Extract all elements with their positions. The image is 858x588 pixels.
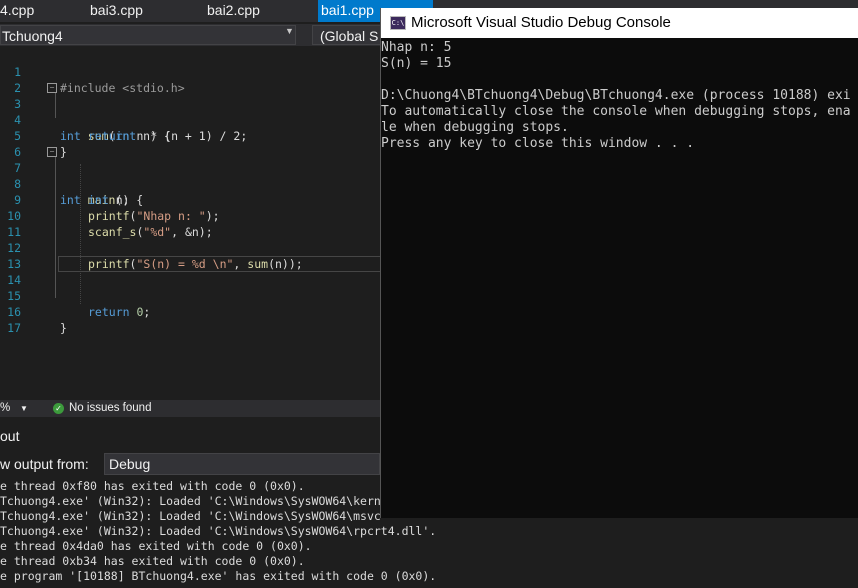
console-line: le when debugging stops. [381,120,569,135]
console-line: S(n) = 15 [381,56,452,71]
collapse-icon[interactable]: − [47,147,57,157]
console-title: Microsoft Visual Studio Debug Console [411,14,671,31]
tab-4-cpp[interactable]: 4.cpp [0,0,42,22]
code-line: 7 − int main() { [0,144,380,207]
line-number: 17 [7,321,21,335]
editor-status-strip: % ▼ ✓ No issues found [0,400,380,417]
output-line: e thread 0xf80 has exited with code 0 (0… [0,479,305,493]
collapse-icon[interactable]: − [47,83,57,93]
code-line: 4 return n * (n + 1) / 2; [0,96,380,143]
chevron-down-icon[interactable]: ▼ [285,26,294,36]
code-text: } [60,321,67,335]
code-line: 11 [0,208,380,239]
output-source-select[interactable]: Debug [104,453,380,475]
code-line: 13 [0,240,380,271]
show-output-from-label: w output from: [0,456,89,472]
code-line: 3 − int sum(int n) { [0,80,380,143]
code-line: 14 [0,256,380,287]
issues-status[interactable]: No issues found [69,400,151,417]
chevron-down-icon[interactable]: ▼ [20,400,28,417]
output-line: e thread 0x4da0 has exited with code 0 (… [0,539,312,553]
tab-label: bai1.cpp [321,2,374,18]
code-line: 17 [0,304,380,335]
project-dropdown[interactable]: Tchuong4 [0,25,296,45]
output-line: Tchuong4.exe' (Win32): Loaded 'C:\Window… [0,524,437,538]
code-editor[interactable]: 1 #include <stdio.h> 2 3 − int sum(int n… [0,46,382,398]
console-line: Press any key to close this window . . . [381,136,695,151]
output-source-value: Debug [109,456,151,472]
code-line: 12 printf("S(n) = %d \n", sum(n)); [0,224,380,271]
code-line: 2 [0,64,380,95]
tab-bai3-cpp[interactable]: bai3.cpp [90,0,160,22]
debug-console-window[interactable]: C:\ Microsoft Visual Studio Debug Consol… [380,8,858,518]
console-app-icon: C:\ [390,16,406,30]
output-panel-title: out [0,428,20,444]
code-line: 1 #include <stdio.h> [0,48,380,95]
console-line: To automatically close the console when … [381,104,851,119]
output-line: e program '[10188] BTchuong4.exe' has ex… [0,569,437,583]
output-line: Tchuong4.exe' (Win32): Loaded 'C:\Window… [0,509,381,523]
tab-bai2-cpp[interactable]: bai2.cpp [207,0,277,22]
code-line: 10 scanf_s("%d", &n); [0,192,380,239]
scope-name: (Global S [320,28,379,44]
check-circle-icon: ✓ [53,403,64,414]
console-line: Nhap n: 5 [381,40,452,55]
code-line: 9 printf("Nhap n: "); [0,176,380,223]
code-line: 6 [0,128,380,159]
code-line: 5 } [0,112,380,159]
console-title-bar[interactable]: C:\ Microsoft Visual Studio Debug Consol… [381,8,858,38]
tab-label: bai3.cpp [90,2,143,18]
output-line: Tchuong4.exe' (Win32): Loaded 'C:\Window… [0,494,381,508]
console-line: D:\Chuong4\BTchuong4\Debug\BTchuong4.exe… [381,88,851,103]
code-line: 16 } [0,288,380,335]
tab-label: 4.cpp [0,2,35,18]
tab-label: bai2.cpp [207,2,260,18]
console-output: Nhap n: 5 S(n) = 15 D:\Chuong4\BTchuong4… [381,40,858,518]
zoom-level[interactable]: % [0,400,10,417]
project-name: Tchuong4 [2,28,63,44]
code-line: 15 return 0; [0,272,380,319]
code-line: 8 int n; [0,160,380,207]
output-line: e thread 0xb34 has exited with code 0 (0… [0,554,305,568]
